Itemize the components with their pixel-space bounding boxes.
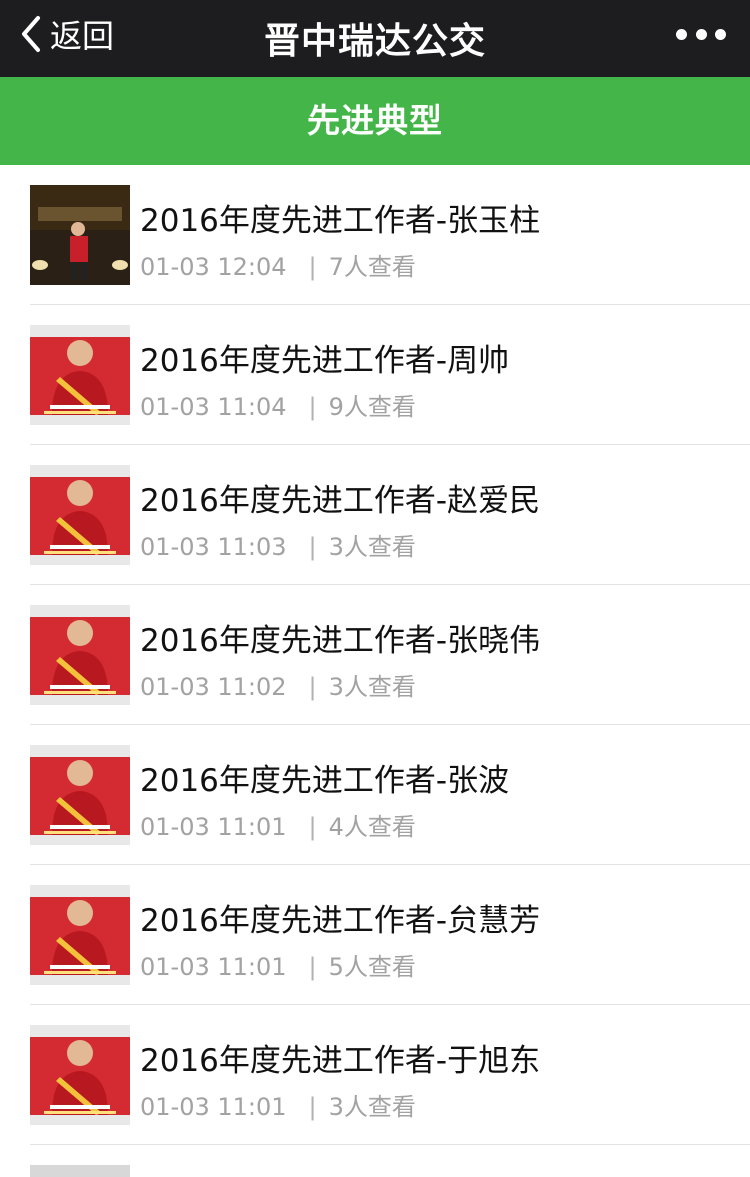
article-title: 2016年度先进工作者-张波 <box>140 763 510 799</box>
meta-separator: | <box>308 953 317 981</box>
article-item[interactable]: 2016年度先进工作者-贠慧芳 01-03 11:01 | 5人查看 <box>30 865 750 1005</box>
article-item[interactable]: 2016年度先进工作者-赵爱民 01-03 11:03 | 3人查看 <box>30 445 750 585</box>
article-views: 4人查看 <box>328 813 416 841</box>
meta-separator: | <box>308 1093 317 1121</box>
article-item[interactable]: 2016年度先进工作者-周帅 01-03 11:04 | 9人查看 <box>30 305 750 445</box>
article-title: 2016年度先进工作者-张玉柱 <box>140 203 541 239</box>
back-button[interactable]: 返回 <box>18 12 114 56</box>
article-meta: 01-03 11:03 | 3人查看 <box>140 527 416 562</box>
article-list: 2016年度先进工作者-张玉柱 01-03 12:04 | 7人查看 2016年度先进工… <box>0 165 750 1145</box>
article-views: 3人查看 <box>328 1093 416 1121</box>
meta-separator: | <box>308 253 317 281</box>
article-date: 01-03 12:04 <box>140 253 287 281</box>
article-date: 01-03 11:03 <box>140 533 287 561</box>
article-title: 2016年度先进工作者-贠慧芳 <box>140 903 541 939</box>
partial-thumbnail <box>30 1165 130 1177</box>
article-item[interactable]: 2016年度先进工作者-张波 01-03 11:01 | 4人查看 <box>30 725 750 865</box>
article-meta: 01-03 12:04 | 7人查看 <box>140 247 416 282</box>
article-date: 01-03 11:01 <box>140 953 287 981</box>
meta-separator: | <box>308 393 317 421</box>
article-meta: 01-03 11:01 | 5人查看 <box>140 947 416 982</box>
meta-separator: | <box>308 673 317 701</box>
article-meta: 01-03 11:04 | 9人查看 <box>140 387 416 422</box>
article-views: 3人查看 <box>328 673 416 701</box>
article-item[interactable]: 2016年度先进工作者-张玉柱 01-03 12:04 | 7人查看 <box>30 165 750 305</box>
more-dots-icon[interactable] <box>676 22 726 46</box>
article-meta: 01-03 11:02 | 3人查看 <box>140 667 416 702</box>
section-banner: 先进典型 <box>0 77 750 165</box>
article-meta: 01-03 11:01 | 4人查看 <box>140 807 416 842</box>
article-meta: 01-03 11:01 | 3人查看 <box>140 1087 416 1122</box>
article-date: 01-03 11:02 <box>140 673 287 701</box>
article-views: 3人查看 <box>328 533 416 561</box>
article-title: 2016年度先进工作者-张晓伟 <box>140 623 541 659</box>
navbar: 返回 晋中瑞达公交 <box>0 0 750 77</box>
article-date: 01-03 11:01 <box>140 1093 287 1121</box>
article-title: 2016年度先进工作者-赵爱民 <box>140 483 541 519</box>
article-title: 2016年度先进工作者-于旭东 <box>140 1043 541 1079</box>
article-views: 5人查看 <box>328 953 416 981</box>
article-thumbnail <box>30 185 130 285</box>
chevron-left-icon <box>22 16 40 52</box>
article-thumbnail <box>30 885 130 985</box>
article-date: 01-03 11:04 <box>140 393 287 421</box>
article-thumbnail <box>30 1025 130 1125</box>
meta-separator: | <box>308 813 317 841</box>
article-thumbnail <box>30 325 130 425</box>
article-date: 01-03 11:01 <box>140 813 287 841</box>
article-thumbnail <box>30 605 130 705</box>
article-views: 9人查看 <box>328 393 416 421</box>
meta-separator: | <box>308 533 317 561</box>
article-item[interactable]: 2016年度先进工作者-于旭东 01-03 11:01 | 3人查看 <box>30 1005 750 1145</box>
article-item[interactable]: 2016年度先进工作者-张晓伟 01-03 11:02 | 3人查看 <box>30 585 750 725</box>
back-label: 返回 <box>50 17 115 55</box>
article-thumbnail <box>30 745 130 845</box>
article-views: 7人查看 <box>328 253 416 281</box>
article-thumbnail <box>30 465 130 565</box>
article-title: 2016年度先进工作者-周帅 <box>140 343 510 379</box>
